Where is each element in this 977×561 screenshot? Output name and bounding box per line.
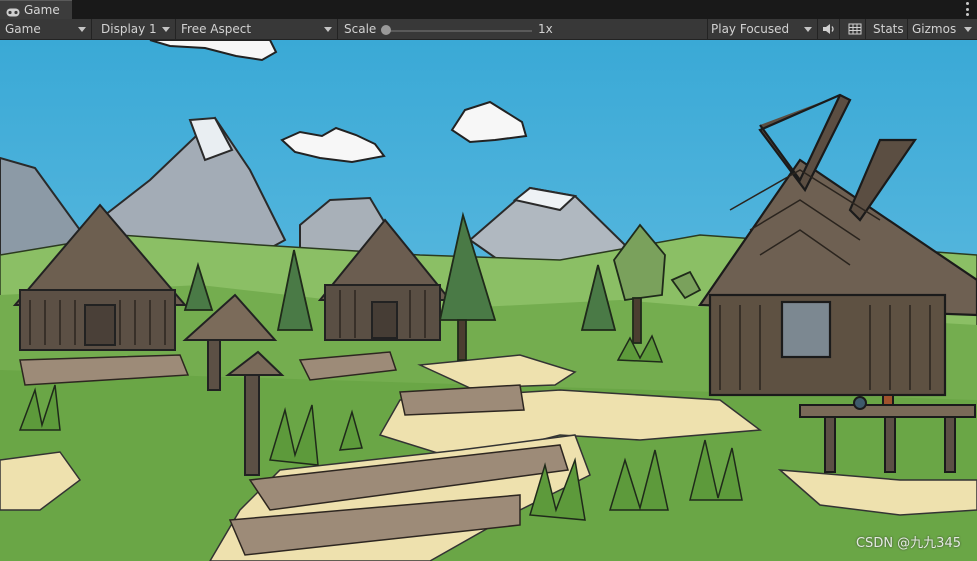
stats-button[interactable]: Stats xyxy=(868,19,908,39)
chevron-down-icon xyxy=(162,27,170,32)
scale-label: Scale xyxy=(344,22,377,36)
scale-slider-handle[interactable] xyxy=(381,25,391,35)
chevron-down-icon xyxy=(324,27,332,32)
tab-strip: Game xyxy=(0,0,977,19)
speaker-icon xyxy=(822,24,834,34)
watermark-text: CSDN @九九345 xyxy=(855,536,961,551)
mute-audio-button[interactable] xyxy=(818,19,840,39)
play-mode-dropdown[interactable]: Play Focused xyxy=(708,19,818,39)
game-viewport[interactable]: CSDN @九九345 xyxy=(0,40,977,561)
gizmos-label: Gizmos xyxy=(912,22,957,36)
chevron-down-icon xyxy=(78,27,86,32)
more-options-icon[interactable] xyxy=(966,2,969,16)
village-scene-render xyxy=(0,40,977,561)
view-mode-dropdown[interactable]: Game xyxy=(0,19,92,39)
chevron-down-icon xyxy=(804,27,812,32)
view-mode-label: Game xyxy=(5,22,41,36)
scale-control: Scale 1x xyxy=(338,19,708,39)
tab-label: Game xyxy=(24,3,60,17)
play-mode-label: Play Focused xyxy=(711,22,790,36)
scale-slider-track[interactable] xyxy=(386,30,532,32)
grid-icon xyxy=(848,23,861,35)
display-label: Display 1 xyxy=(101,22,157,36)
scale-value: 1x xyxy=(538,22,553,36)
gamepad-icon xyxy=(6,6,20,16)
stats-label: Stats xyxy=(873,22,904,36)
aspect-dropdown[interactable]: Free Aspect xyxy=(176,19,338,39)
stats-grid-button[interactable] xyxy=(844,19,866,39)
chevron-down-icon xyxy=(964,27,972,32)
aspect-label: Free Aspect xyxy=(181,22,252,36)
tab-game[interactable]: Game xyxy=(0,0,72,19)
gizmos-dropdown[interactable]: Gizmos xyxy=(908,19,977,39)
display-dropdown[interactable]: Display 1 xyxy=(92,19,176,39)
